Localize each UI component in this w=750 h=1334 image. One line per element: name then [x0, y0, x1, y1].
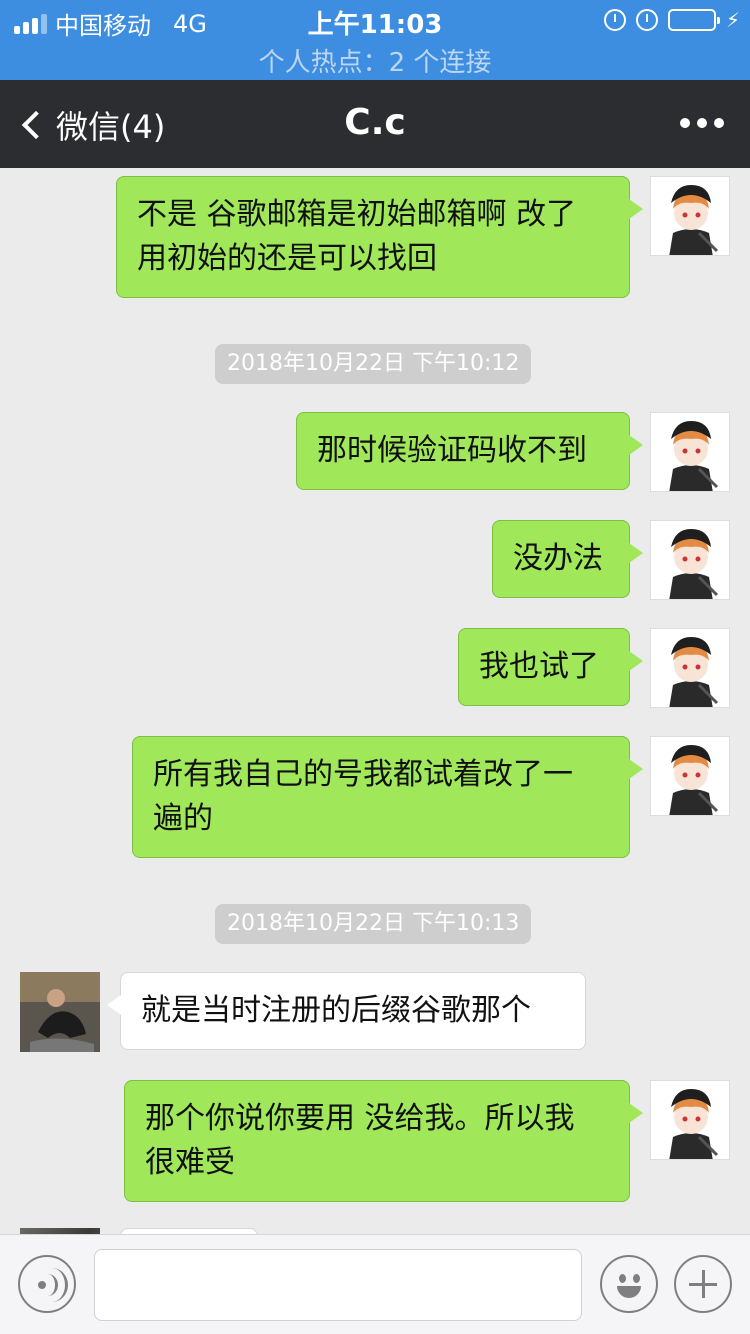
status-icons: ⚡ [603, 8, 740, 32]
charging-icon: ⚡ [725, 8, 740, 32]
my-avatar[interactable] [650, 520, 730, 600]
message-line: 那时候验证码收不到 [317, 433, 587, 468]
message-line: 用初始的还是可以找回 [137, 241, 437, 276]
message-bubble-sent[interactable]: 不是 谷歌邮箱是初始邮箱啊 改了 用初始的还是可以找回 [116, 176, 643, 298]
hotspot-banner[interactable]: 个人热点：2 个连接 [0, 42, 750, 79]
message-bubble-sent[interactable]: 我也试了 [458, 628, 643, 706]
timestamp-badge: 2018年10月22日 下午10:13 [215, 904, 532, 944]
message-bubble-sent[interactable]: 所有我自己的号我都试着改了一 遍的 [132, 736, 643, 858]
avatar-illustration [651, 737, 729, 815]
input-bar [0, 1234, 750, 1334]
my-avatar[interactable] [650, 736, 730, 816]
avatar-illustration [651, 521, 729, 599]
message-bubble-sent[interactable]: 没办法 [492, 520, 643, 598]
nav-bar: 微信(4) C.c [0, 80, 750, 168]
my-avatar[interactable] [650, 1080, 730, 1160]
battery-icon [667, 9, 720, 31]
message-line: 就是当时注册的后缀谷歌那个 [141, 993, 531, 1028]
message-line: 我也试了 [479, 649, 599, 684]
emoji-button[interactable] [600, 1255, 658, 1313]
voice-button[interactable] [18, 1255, 76, 1313]
status-bar: 中国移动 4G 上午11:03 ⚡ 个人热点：2 个连接 [0, 0, 750, 80]
message-line: 那个你说你要用 没给我。所以我 [145, 1101, 575, 1136]
message-input[interactable] [94, 1249, 582, 1321]
avatar-illustration [651, 629, 729, 707]
message-list[interactable]: 不是 谷歌邮箱是初始邮箱啊 改了 用初始的还是可以找回 2018年10月22日 … [0, 168, 750, 1234]
message-bubble-received[interactable]: 就是当时注册的后缀谷歌那个 [107, 972, 586, 1050]
my-avatar[interactable] [650, 412, 730, 492]
my-avatar[interactable] [650, 628, 730, 708]
message-line: 没办法 [513, 541, 603, 576]
timestamp-badge: 2018年10月22日 下午10:12 [215, 344, 532, 384]
avatar-illustration [651, 177, 729, 255]
message-line: 所有我自己的号我都试着改了一 [153, 757, 573, 792]
avatar-illustration [651, 1081, 729, 1159]
contact-avatar[interactable] [20, 972, 100, 1052]
rotation-lock-icon [603, 9, 626, 31]
more-dots-icon [680, 118, 690, 128]
avatar-illustration [651, 413, 729, 491]
message-line: 遍的 [153, 801, 213, 836]
alarm-icon [635, 9, 658, 31]
message-bubble-sent[interactable]: 那个你说你要用 没给我。所以我 很难受 [124, 1080, 643, 1202]
avatar-photo [20, 972, 100, 1052]
more-button[interactable] [680, 118, 724, 128]
chat-title: C.c [344, 102, 406, 143]
message-bubble-sent[interactable]: 那时候验证码收不到 [296, 412, 643, 490]
message-line: 不是 谷歌邮箱是初始邮箱啊 改了 [137, 197, 577, 232]
more-options-button[interactable] [674, 1255, 732, 1313]
message-line: 很难受 [145, 1145, 235, 1180]
my-avatar[interactable] [650, 176, 730, 256]
